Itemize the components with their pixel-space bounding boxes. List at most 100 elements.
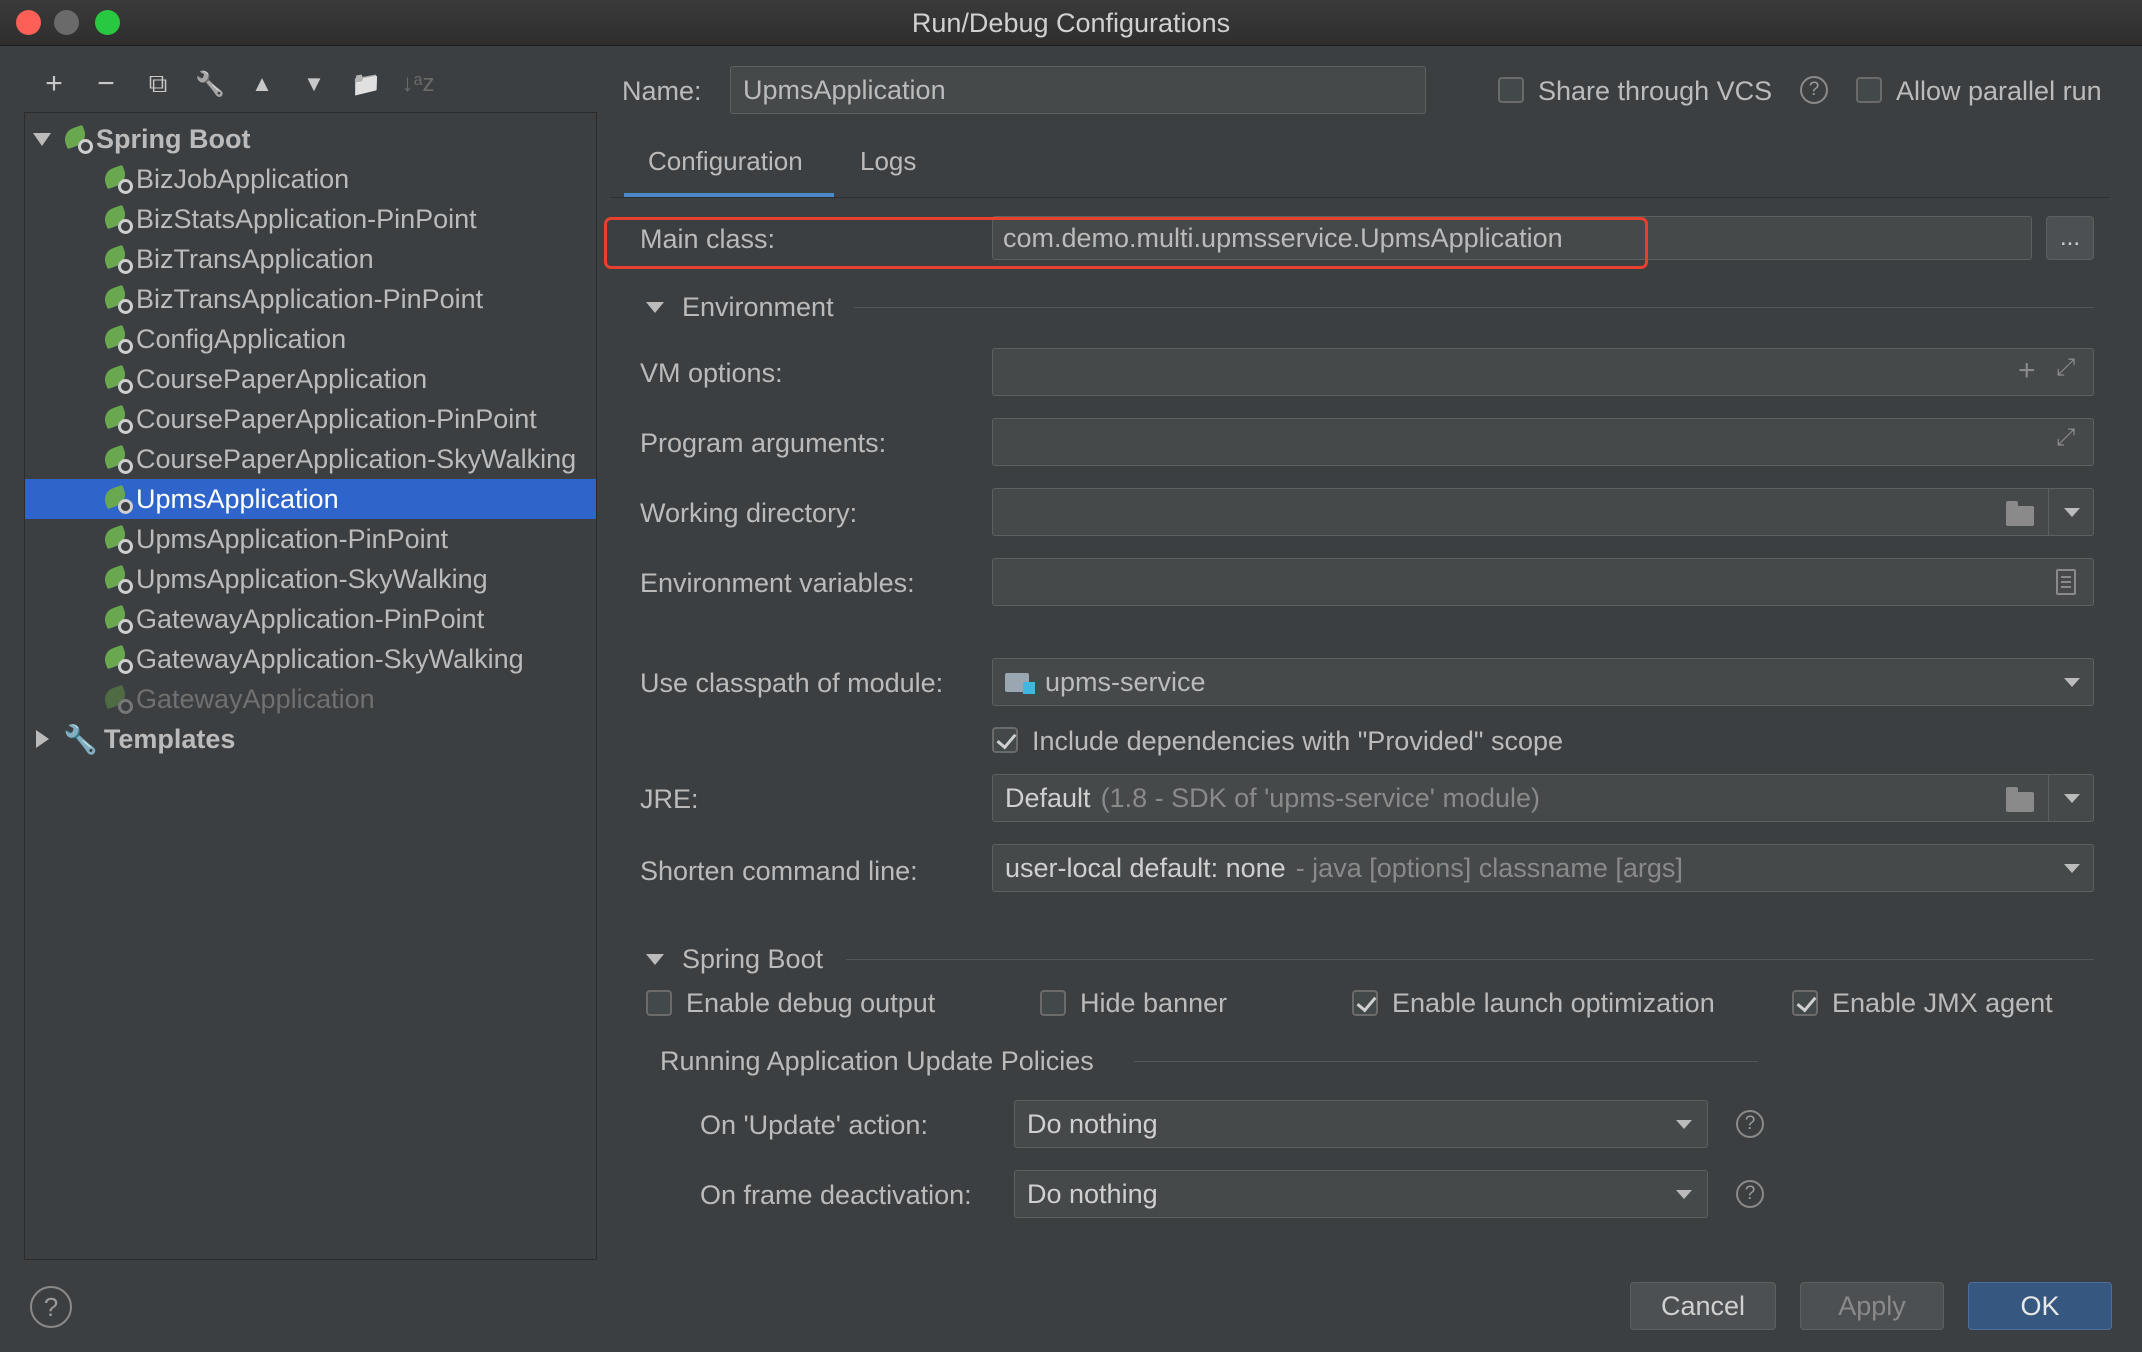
folder-icon[interactable] [2006, 501, 2034, 526]
tree-item[interactable]: CoursePaperApplication [25, 359, 596, 399]
jmx-agent-checkbox[interactable] [1792, 990, 1818, 1016]
tree-item-label: CoursePaperApplication-PinPoint [136, 403, 537, 434]
name-field[interactable] [730, 66, 1426, 114]
jre-select[interactable]: Default (1.8 - SDK of 'upms-service' mod… [992, 774, 2094, 822]
chevron-down-icon[interactable] [2064, 508, 2080, 517]
tab-configuration[interactable]: Configuration [648, 146, 803, 177]
vm-options-field[interactable] [992, 348, 2094, 396]
spring-boot-icon [101, 484, 133, 514]
tree-item[interactable]: ConfigApplication [25, 319, 596, 359]
move-up-icon[interactable]: ▲ [236, 64, 288, 104]
tree-item[interactable]: UpmsApplication-PinPoint [25, 519, 596, 559]
chevron-down-icon[interactable] [1676, 1120, 1692, 1129]
tree-item-label: UpmsApplication [136, 483, 339, 514]
apply-button[interactable]: Apply [1800, 1282, 1944, 1330]
environment-variables-field[interactable] [992, 558, 2094, 606]
section-divider [846, 959, 2094, 960]
program-arguments-label: Program arguments: [640, 428, 887, 458]
wrench-icon[interactable]: 🔧 [184, 64, 236, 104]
shorten-command-line-select[interactable]: user-local default: none - java [options… [992, 844, 2094, 892]
spring-boot-section[interactable]: Spring Boot [646, 944, 823, 975]
tree-item[interactable]: GatewayApplication-SkyWalking [25, 639, 596, 679]
tree-group-templates[interactable]: 🔧 Templates [25, 719, 596, 759]
tree-item[interactable]: BizStatsApplication-PinPoint [25, 199, 596, 239]
update-policies-title: Running Application Update Policies [660, 1046, 1094, 1076]
collapse-arrow-icon[interactable] [646, 954, 664, 965]
parallel-run-checkbox[interactable] [1856, 77, 1882, 103]
ok-button[interactable]: OK [1968, 1282, 2112, 1330]
launch-optimization-checkbox[interactable] [1352, 990, 1378, 1016]
tree-item[interactable]: BizTransApplication [25, 239, 596, 279]
tree-item[interactable]: UpmsApplication-SkyWalking [25, 559, 596, 599]
new-folder-icon[interactable]: 📁 [340, 64, 392, 104]
tree-item-label: GatewayApplication [136, 683, 375, 714]
chevron-down-icon[interactable] [2064, 864, 2080, 873]
spring-boot-icon [101, 684, 133, 714]
tree-item[interactable]: GatewayApplication [25, 679, 596, 719]
program-arguments-field[interactable] [992, 418, 2094, 466]
environment-section[interactable]: Environment [646, 292, 834, 323]
working-directory-field[interactable] [992, 488, 2094, 536]
add-icon[interactable]: + [28, 64, 80, 104]
jmx-agent-label: Enable JMX agent [1832, 988, 2053, 1018]
spring-boot-icon [101, 404, 133, 434]
browse-main-class-button[interactable]: ... [2046, 216, 2094, 260]
spring-boot-icon [101, 364, 133, 394]
chevron-down-icon[interactable] [2064, 678, 2080, 687]
window-title: Run/Debug Configurations [911, 8, 1231, 38]
hide-banner-label: Hide banner [1080, 988, 1228, 1018]
expand-icon[interactable]: ⤢ [2056, 354, 2075, 382]
configuration-tree[interactable]: Spring Boot 🔧 Templates BizJobApplicatio… [24, 112, 597, 1260]
tree-item-label: BizTransApplication [136, 243, 374, 274]
spring-boot-section-label: Spring Boot [682, 944, 824, 974]
tree-item[interactable]: GatewayApplication-PinPoint [25, 599, 596, 639]
working-directory-label: Working directory: [640, 498, 858, 528]
section-divider [854, 307, 2094, 308]
help-icon[interactable]: ? [1736, 1180, 1764, 1208]
collapse-arrow-icon[interactable] [646, 302, 664, 313]
tree-item[interactable]: BizJobApplication [25, 159, 596, 199]
tree-item[interactable]: BizTransApplication-PinPoint [25, 279, 596, 319]
move-down-icon[interactable]: ▼ [288, 64, 340, 104]
hide-banner-checkbox[interactable] [1040, 990, 1066, 1016]
help-icon[interactable]: ? [1800, 76, 1828, 104]
cancel-button[interactable]: Cancel [1630, 1282, 1776, 1330]
expand-icon[interactable]: ⤢ [2056, 424, 2075, 452]
tree-item-label: CoursePaperApplication [136, 363, 428, 394]
help-icon[interactable]: ? [1736, 1110, 1764, 1138]
tree-item[interactable]: CoursePaperApplication-SkyWalking [25, 439, 596, 479]
spring-boot-icon [101, 604, 133, 634]
chevron-down-icon[interactable] [1676, 1190, 1692, 1199]
tree-item[interactable]: UpmsApplication [25, 479, 596, 519]
classpath-module-select[interactable]: upms-service [992, 658, 2094, 706]
frame-deactivation-select[interactable]: Do nothing [1014, 1170, 1708, 1218]
tree-item-label: ConfigApplication [136, 323, 347, 354]
add-icon[interactable]: + [2018, 354, 2036, 388]
tab-logs[interactable]: Logs [860, 146, 916, 177]
include-dependencies-checkbox[interactable] [992, 727, 1018, 753]
module-icon [1005, 670, 1035, 694]
sort-icon[interactable]: ↓ᵃz [392, 64, 444, 104]
folder-icon[interactable] [2006, 787, 2034, 812]
expand-arrow-icon[interactable] [33, 730, 51, 748]
shorten-hint: - java [options] classname [args] [1295, 852, 1683, 883]
copy-icon[interactable]: ⧉ [132, 64, 184, 104]
tree-group-label: Spring Boot [96, 123, 251, 154]
tree-group-spring-boot[interactable]: Spring Boot [25, 119, 596, 159]
tree-item-label: UpmsApplication-SkyWalking [136, 563, 488, 594]
tree-item[interactable]: CoursePaperApplication-PinPoint [25, 399, 596, 439]
name-label: Name: [622, 76, 702, 106]
remove-icon[interactable]: − [80, 64, 132, 104]
chevron-down-icon[interactable] [2064, 794, 2080, 803]
update-action-select[interactable]: Do nothing [1014, 1100, 1708, 1148]
tree-item-label: UpmsApplication-PinPoint [136, 523, 449, 554]
tree-item-label: BizStatsApplication-PinPoint [136, 203, 477, 234]
share-vcs-checkbox[interactable] [1498, 77, 1524, 103]
dialog-help-button[interactable]: ? [30, 1286, 72, 1328]
edit-variables-icon[interactable] [2056, 569, 2076, 595]
collapse-arrow-icon[interactable] [33, 130, 51, 148]
debug-output-checkbox[interactable] [646, 990, 672, 1016]
tree-item-label: CoursePaperApplication-SkyWalking [136, 443, 577, 474]
spring-boot-icon [101, 524, 133, 554]
name-input[interactable] [743, 74, 1425, 106]
